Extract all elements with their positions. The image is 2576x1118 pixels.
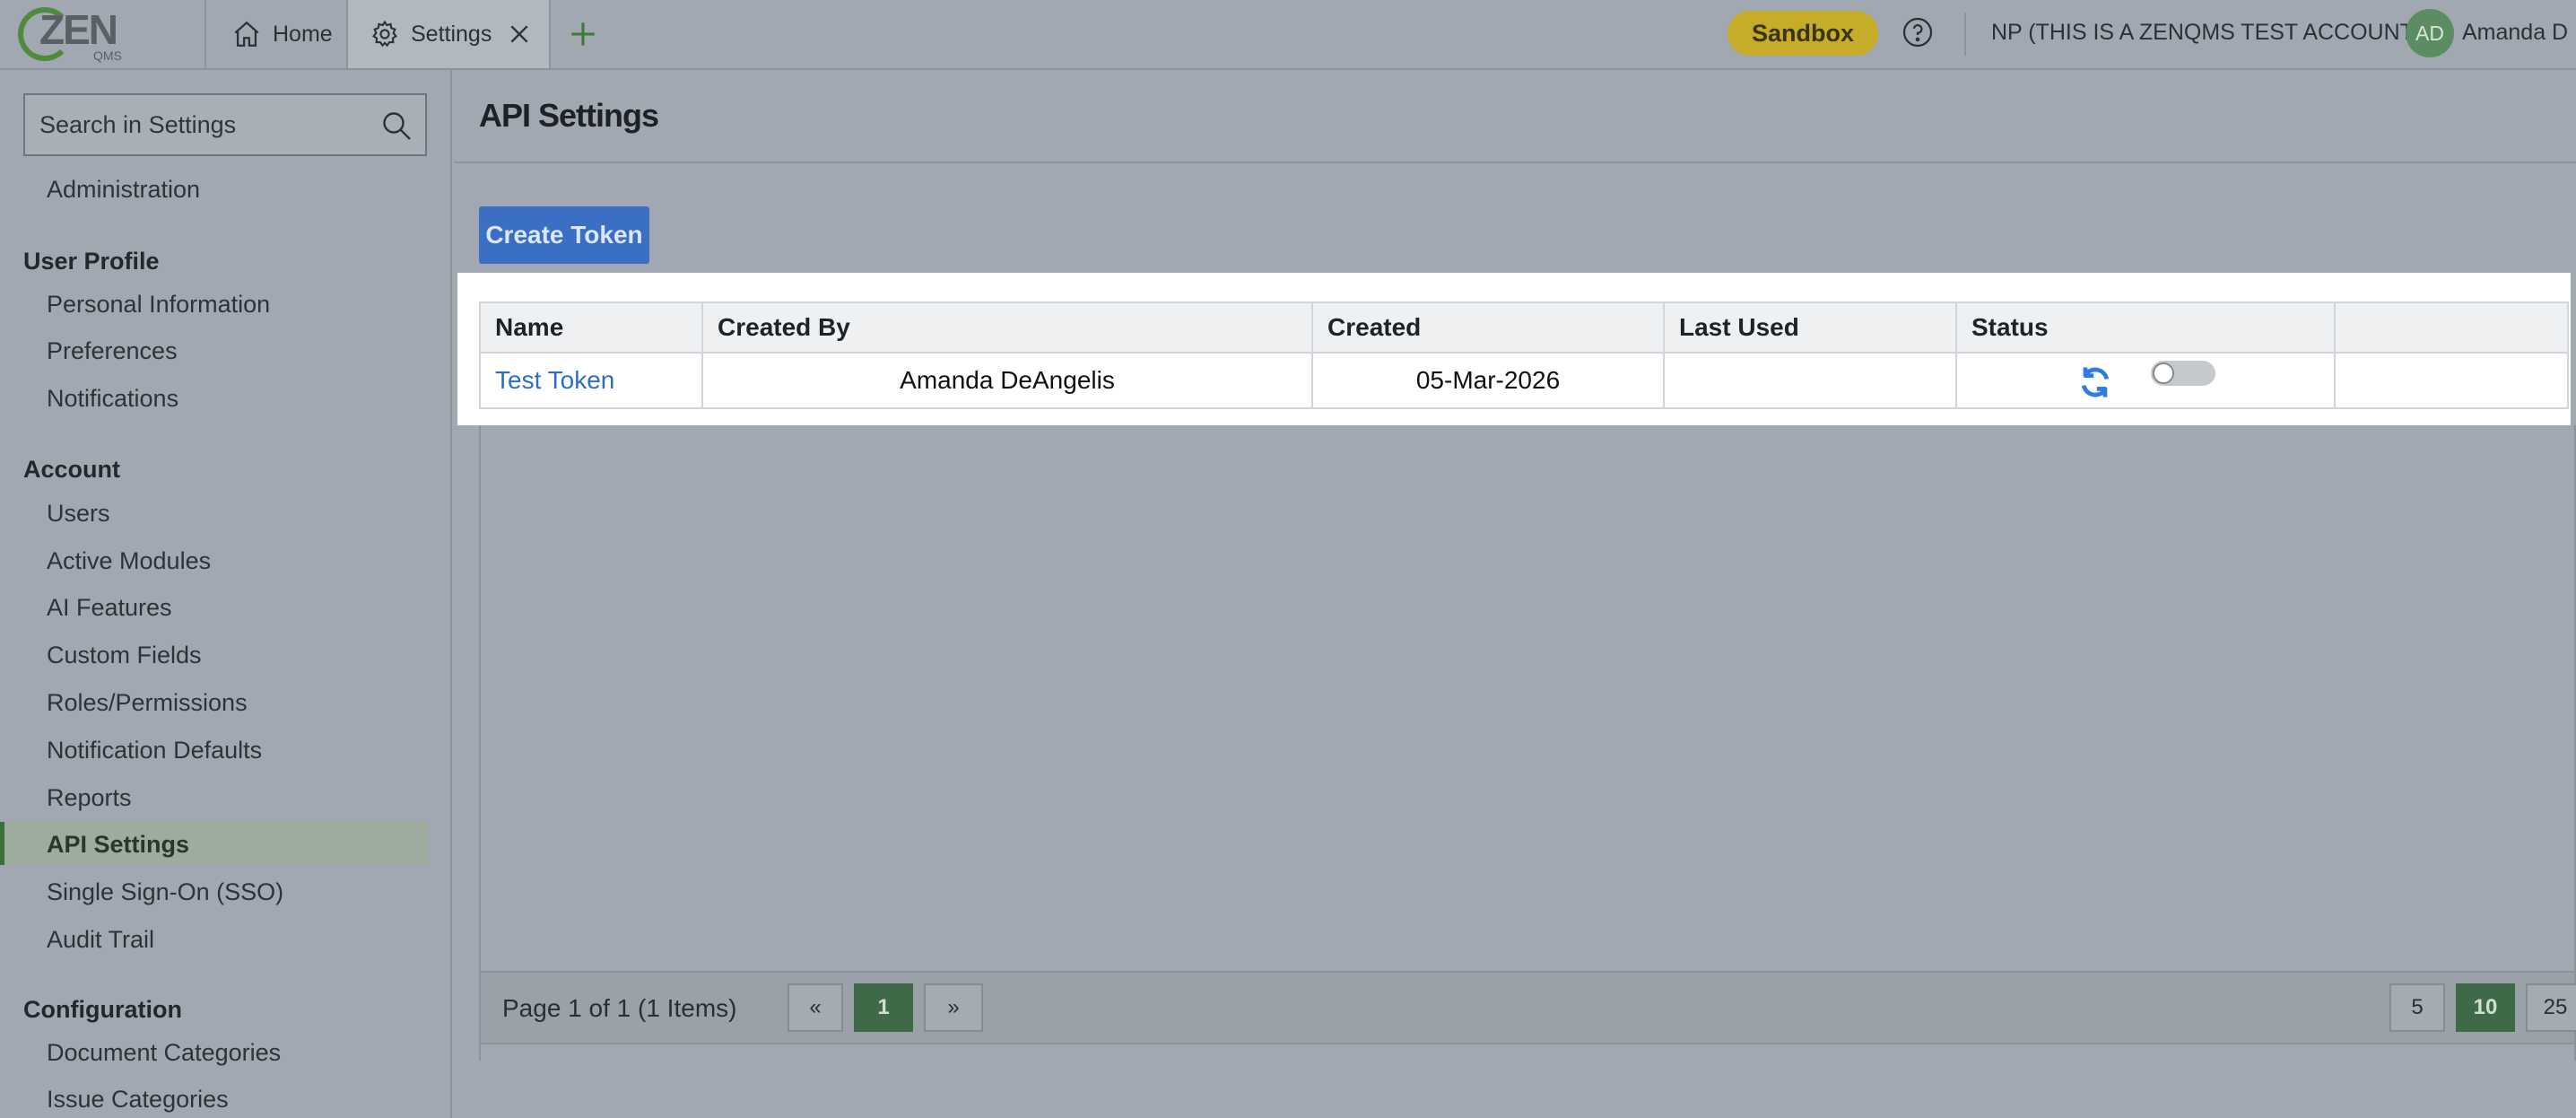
zenqms-logo[interactable]: ZEN QMS bbox=[16, 2, 124, 65]
logo-sub: QMS bbox=[93, 48, 122, 63]
sidebar-group-user-profile: User Profile bbox=[23, 248, 160, 275]
title-divider bbox=[454, 162, 2576, 163]
tab-home-label: Home bbox=[273, 21, 333, 47]
pager-page-1[interactable]: 1 bbox=[854, 983, 913, 1032]
search-input[interactable] bbox=[25, 95, 375, 154]
sidebar-item-document-categories[interactable]: Document Categories bbox=[47, 1039, 281, 1067]
toggle-knob bbox=[2153, 362, 2174, 384]
sidebar-group-configuration: Configuration bbox=[23, 996, 182, 1023]
table-row: Test Token Amanda DeAngelis 05-Mar-2026 bbox=[479, 352, 2569, 409]
close-icon[interactable] bbox=[508, 22, 542, 46]
sidebar-item-notification-defaults[interactable]: Notification Defaults bbox=[47, 737, 262, 764]
sidebar-item-custom-fields[interactable]: Custom Fields bbox=[47, 642, 202, 669]
pager-next-button[interactable]: » bbox=[924, 983, 983, 1032]
sidebar-item-preferences[interactable]: Preferences bbox=[47, 337, 178, 365]
grid-area bbox=[479, 425, 2576, 1061]
table-header-row: Name Created By Created Last Used Status bbox=[479, 301, 2569, 354]
column-header-created-by[interactable]: Created By bbox=[701, 301, 1313, 354]
created-by-cell: Amanda DeAngelis bbox=[701, 352, 1313, 409]
refresh-icon[interactable] bbox=[2076, 362, 2115, 402]
sidebar-item-sso[interactable]: Single Sign-On (SSO) bbox=[47, 878, 283, 906]
tab-home[interactable]: Home bbox=[205, 0, 346, 68]
add-tab-button[interactable] bbox=[565, 16, 601, 52]
sidebar-item-administration[interactable]: Administration bbox=[47, 176, 200, 204]
sidebar-item-personal-information[interactable]: Personal Information bbox=[47, 291, 270, 319]
page-size-10[interactable]: 10 bbox=[2456, 983, 2515, 1032]
account-name[interactable]: NP (THIS IS A ZENQMS TEST ACCOUNT) bbox=[1991, 20, 2421, 46]
column-header-status[interactable]: Status bbox=[1955, 301, 2336, 354]
token-name-link[interactable]: Test Token bbox=[481, 366, 614, 394]
create-token-button[interactable]: Create Token bbox=[479, 206, 649, 264]
home-icon bbox=[234, 21, 259, 47]
sidebar-item-api-settings[interactable]: API Settings bbox=[47, 831, 189, 859]
question-icon bbox=[1902, 17, 1933, 48]
page-size-5[interactable]: 5 bbox=[2389, 983, 2445, 1032]
actions-cell bbox=[2334, 352, 2569, 409]
user-name[interactable]: Amanda D bbox=[2462, 20, 2568, 46]
tab-settings[interactable]: Settings bbox=[346, 0, 551, 68]
sidebar-item-ai-features[interactable]: AI Features bbox=[47, 594, 172, 622]
plus-icon bbox=[571, 22, 595, 46]
pager-info: Page 1 of 1 (1 Items) bbox=[502, 994, 737, 1022]
sidebar-group-account: Account bbox=[23, 456, 120, 483]
settings-sidebar: Administration User Profile Personal Inf… bbox=[0, 70, 452, 1118]
last-used-cell bbox=[1663, 352, 1957, 409]
column-header-last-used[interactable]: Last Used bbox=[1663, 301, 1957, 354]
gear-icon bbox=[371, 20, 398, 48]
settings-search bbox=[23, 93, 427, 156]
help-button[interactable] bbox=[1902, 16, 1934, 48]
column-header-actions bbox=[2334, 301, 2569, 354]
tab-settings-label: Settings bbox=[411, 21, 492, 47]
page-title: API Settings bbox=[479, 97, 659, 134]
pager-prev-button[interactable]: « bbox=[788, 983, 843, 1032]
sidebar-item-notifications[interactable]: Notifications bbox=[47, 385, 178, 413]
search-icon[interactable] bbox=[380, 109, 413, 142]
logo-word: ZEN bbox=[39, 6, 118, 53]
column-header-created[interactable]: Created bbox=[1311, 301, 1665, 354]
main-content: API Settings Create Token Name Created B… bbox=[454, 70, 2576, 1118]
avatar[interactable]: AD bbox=[2406, 9, 2454, 57]
token-name-cell: Test Token bbox=[479, 352, 703, 409]
status-toggle[interactable] bbox=[2151, 361, 2215, 386]
sidebar-item-reports[interactable]: Reports bbox=[47, 784, 132, 812]
sandbox-badge[interactable]: Sandbox bbox=[1727, 11, 1878, 56]
page-size-25[interactable]: 25 bbox=[2526, 983, 2576, 1032]
top-bar: ZEN QMS Home Settings Sandbox NP (THIS I… bbox=[0, 0, 2576, 70]
created-cell: 05-Mar-2026 bbox=[1311, 352, 1665, 409]
sidebar-item-roles-permissions[interactable]: Roles/Permissions bbox=[47, 689, 248, 717]
sidebar-item-users[interactable]: Users bbox=[47, 500, 110, 528]
tokens-table-panel: Name Created By Created Last Used Status… bbox=[457, 273, 2571, 425]
status-cell bbox=[1955, 352, 2336, 409]
pager: Page 1 of 1 (1 Items) « 1 » 5 10 25 bbox=[479, 971, 2576, 1044]
sidebar-item-active-modules[interactable]: Active Modules bbox=[47, 547, 211, 575]
tokens-table: Name Created By Created Last Used Status… bbox=[479, 301, 2569, 409]
sidebar-item-audit-trail[interactable]: Audit Trail bbox=[47, 926, 154, 954]
sidebar-item-issue-categories[interactable]: Issue Categories bbox=[47, 1086, 229, 1114]
header-divider bbox=[1964, 13, 1966, 56]
column-header-name[interactable]: Name bbox=[479, 301, 703, 354]
